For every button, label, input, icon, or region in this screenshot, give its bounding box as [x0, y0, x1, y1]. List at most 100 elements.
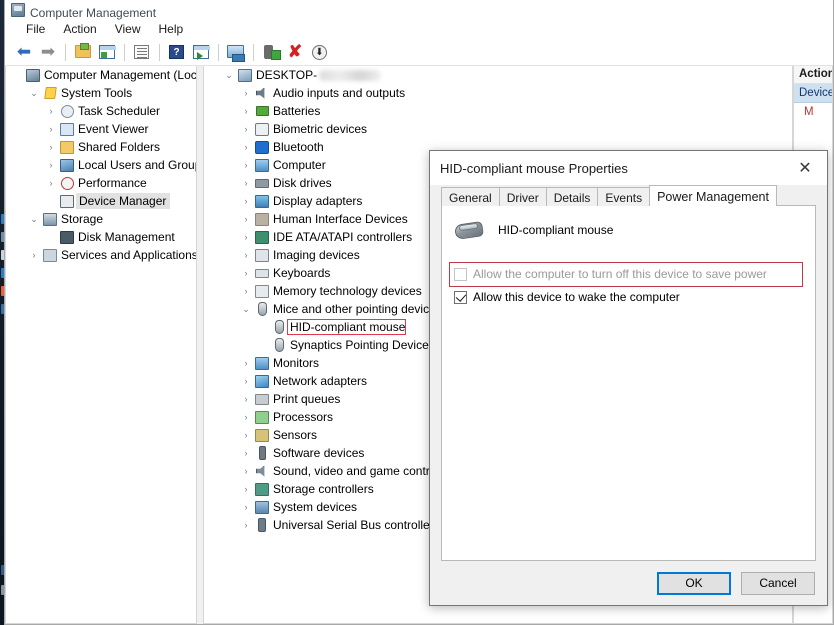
device-tree-item-label: Human Interface Devices	[273, 212, 408, 226]
chevron-right-icon[interactable]: ›	[239, 286, 253, 296]
device-tree-item-label: Biometric devices	[273, 122, 368, 136]
uninstall-device-icon[interactable]: ✘	[284, 41, 306, 63]
dialog-titlebar[interactable]: HID-compliant mouse Properties ✕	[430, 151, 827, 185]
console-tree-item-4[interactable]: › Shared Folders	[6, 138, 196, 156]
checkbox-allow-wake[interactable]	[454, 291, 467, 304]
device-tree-item-label: HID-compliant mouse	[286, 319, 407, 335]
console-tree-item-2[interactable]: › Task Scheduler	[6, 102, 196, 120]
chevron-right-icon[interactable]: ›	[239, 178, 253, 188]
device-tree-item-0[interactable]: › Audio inputs and outputs	[204, 84, 792, 102]
i-pc-icon	[236, 68, 254, 82]
menu-item-action[interactable]: Action	[54, 20, 105, 38]
chevron-right-icon[interactable]: ›	[239, 502, 253, 512]
window-titlebar[interactable]: Computer Management	[5, 0, 833, 20]
menu-item-view[interactable]: View	[106, 20, 150, 38]
chevron-right-icon[interactable]: ›	[239, 484, 253, 494]
chevron-down-icon[interactable]: ⌄	[222, 70, 236, 81]
console-tree-item-1[interactable]: ⌄ System Tools	[6, 84, 196, 102]
console-tree-item-label: Device Manager	[76, 193, 171, 209]
chevron-right-icon[interactable]: ›	[239, 106, 253, 116]
chevron-right-icon[interactable]: ›	[239, 160, 253, 170]
menu-item-file[interactable]: File	[17, 20, 54, 38]
forward-icon[interactable]: ➡	[37, 41, 59, 63]
chevron-right-icon[interactable]: ›	[239, 250, 253, 260]
chevron-right-icon[interactable]: ›	[239, 232, 253, 242]
chevron-right-icon[interactable]: ›	[239, 448, 253, 458]
toolbar-separator-2	[124, 43, 125, 61]
chevron-right-icon[interactable]: ›	[44, 106, 58, 116]
ok-button[interactable]: OK	[657, 571, 731, 595]
chevron-right-icon[interactable]: ›	[44, 178, 58, 188]
device-tree-item-label: Disk drives	[273, 176, 332, 190]
cancel-button[interactable]: Cancel	[741, 571, 815, 595]
chevron-right-icon[interactable]: ›	[239, 268, 253, 278]
console-tree-item-6[interactable]: › Performance	[6, 174, 196, 192]
device-tree-root-0[interactable]: ⌄ DESKTOP-	[204, 66, 792, 84]
chevron-right-icon[interactable]: ›	[239, 214, 253, 224]
chevron-right-icon[interactable]: ›	[27, 250, 41, 260]
console-tree-item-9[interactable]: Disk Management	[6, 228, 196, 246]
help-icon[interactable]: ?	[166, 41, 188, 63]
tab-power-management[interactable]: Power Management	[649, 185, 777, 206]
chevron-right-icon[interactable]: ›	[239, 124, 253, 134]
chevron-right-icon[interactable]: ›	[44, 160, 58, 170]
chevron-right-icon[interactable]: ›	[239, 466, 253, 476]
chevron-down-icon[interactable]: ⌄	[239, 304, 253, 315]
tab-general[interactable]: General	[441, 187, 500, 206]
checkbox-label-allow-wake: Allow this device to wake the computer	[473, 290, 680, 304]
chevron-down-icon[interactable]: ⌄	[27, 214, 41, 225]
chevron-right-icon[interactable]: ›	[239, 196, 253, 206]
i-print-icon	[253, 393, 271, 405]
i-mouse-icon	[270, 320, 288, 334]
chevron-right-icon[interactable]: ›	[239, 358, 253, 368]
chevron-right-icon[interactable]: ›	[44, 142, 58, 152]
chevron-right-icon[interactable]: ›	[239, 88, 253, 98]
show-hide-action-pane-icon[interactable]	[190, 41, 212, 63]
i-users-icon	[58, 158, 76, 172]
chevron-down-icon[interactable]: ⌄	[27, 88, 41, 99]
device-tree-item-label: IDE ATA/ATAPI controllers	[273, 230, 413, 244]
i-cm-icon	[24, 68, 42, 82]
up-one-level-icon[interactable]	[72, 41, 94, 63]
console-tree-item-7[interactable]: Device Manager	[6, 192, 196, 210]
chevron-right-icon[interactable]: ›	[239, 376, 253, 386]
device-tree-item-1[interactable]: › Batteries	[204, 102, 792, 120]
update-driver-icon[interactable]: ⬇	[308, 41, 330, 63]
chevron-right-icon[interactable]: ›	[239, 520, 253, 530]
checkbox-row-power-off[interactable]: Allow the computer to turn off this devi…	[454, 267, 796, 282]
chevron-right-icon[interactable]: ›	[239, 430, 253, 440]
i-drive-icon	[253, 178, 271, 188]
properties-icon[interactable]	[131, 41, 153, 63]
tab-events[interactable]: Events	[597, 187, 651, 206]
back-icon[interactable]: ⬅	[13, 41, 35, 63]
close-icon[interactable]: ✕	[783, 152, 827, 184]
actions-pane-header: Actions	[794, 66, 832, 84]
device-tree-item-label: Imaging devices	[273, 248, 360, 262]
device-tree-item-label: System devices	[273, 500, 358, 514]
i-mon-icon	[253, 158, 271, 172]
i-mon-icon	[253, 356, 271, 370]
actions-pane-item[interactable]: M	[794, 103, 832, 118]
checkbox-row-wake[interactable]: Allow this device to wake the computer	[454, 290, 803, 305]
chevron-right-icon[interactable]: ›	[44, 124, 58, 134]
device-tree-item-label: Computer	[273, 158, 326, 172]
tab-driver[interactable]: Driver	[498, 187, 547, 206]
console-tree-item-0[interactable]: Computer Management (Local	[6, 66, 196, 84]
device-tree-item-label: Audio inputs and outputs	[273, 86, 406, 100]
menu-item-help[interactable]: Help	[150, 20, 193, 38]
console-tree-pane[interactable]: Computer Management (Local ⌄ System Tools ›…	[5, 66, 197, 624]
console-tree-item-5[interactable]: › Local Users and Groups	[6, 156, 197, 174]
console-tree-item-8[interactable]: ⌄ Storage	[6, 210, 196, 228]
console-tree-item-3[interactable]: › Event Viewer	[6, 120, 196, 138]
device-tree-item-2[interactable]: › Biometric devices	[204, 120, 792, 138]
add-legacy-hardware-icon[interactable]	[260, 41, 282, 63]
tab-details[interactable]: Details	[545, 187, 599, 206]
menu-bar: File Action View Help	[5, 18, 833, 39]
console-tree-item-10[interactable]: › Services and Applications	[6, 246, 197, 264]
chevron-right-icon[interactable]: ›	[239, 394, 253, 404]
chevron-right-icon[interactable]: ›	[239, 142, 253, 152]
scan-for-hardware-changes-icon[interactable]	[225, 41, 247, 63]
show-hide-console-tree-icon[interactable]	[96, 41, 118, 63]
chevron-right-icon[interactable]: ›	[239, 412, 253, 422]
checkbox-allow-power-off[interactable]	[454, 268, 467, 281]
